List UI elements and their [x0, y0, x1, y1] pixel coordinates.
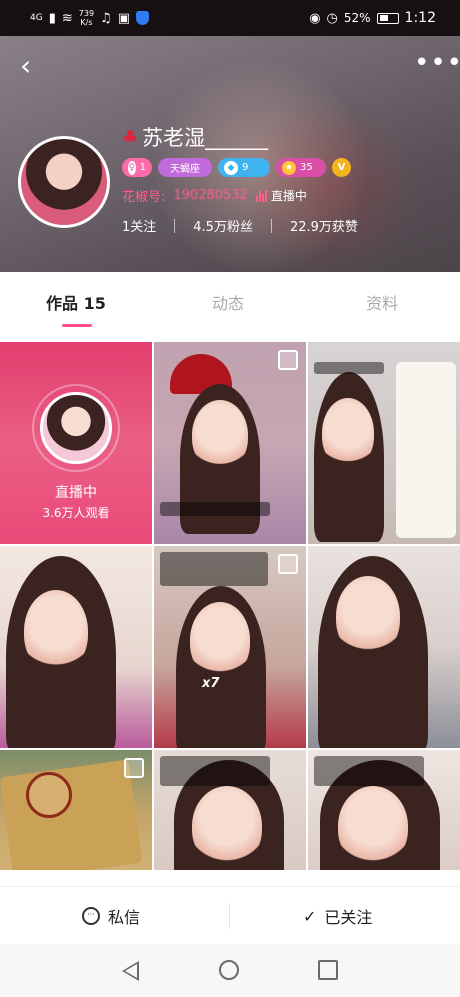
checkmark-icon: ✓ — [303, 906, 317, 926]
stats-divider — [270, 218, 272, 233]
video-thumbnail[interactable] — [308, 546, 460, 748]
network-label: 4G — [30, 12, 43, 23]
video-thumbnail[interactable]: x7 — [154, 546, 306, 748]
thumbnail-face — [322, 398, 374, 468]
thumbnail-object — [396, 362, 456, 538]
select-checkbox[interactable] — [124, 758, 144, 778]
combo-multiplier: x7 — [202, 676, 220, 691]
action-divider — [229, 903, 230, 929]
avatar[interactable] — [18, 136, 110, 228]
id-label: 花椒号: — [122, 190, 166, 205]
alarm-icon: ◷ — [326, 10, 338, 26]
signal-icon: ▮ — [48, 10, 56, 26]
profile-name-row: ♣ 苏老湿______ — [122, 122, 268, 152]
level-value: 9 — [242, 162, 249, 173]
speed-value: 739 — [78, 9, 95, 18]
works-grid: 直播中 3.6万人观看 x7 — [0, 342, 460, 870]
following-count[interactable]: 1关注 — [122, 216, 156, 235]
select-checkbox[interactable] — [278, 350, 298, 370]
network-speed: 739 K/s — [79, 9, 94, 27]
star-badge: ★ 35 — [276, 158, 326, 177]
fans-count[interactable]: 4.5万粉丝 — [193, 216, 253, 235]
verified-badge: V — [332, 158, 351, 177]
status-left: 4G ▮ ≋ 739 K/s ♫ ▣ — [30, 0, 149, 36]
live-card-viewers: 3.6万人观看 — [42, 506, 110, 520]
battery-icon — [376, 12, 399, 24]
shield-icon — [136, 11, 149, 25]
battery-percent: 52% — [343, 11, 371, 25]
system-nav-bar — [0, 944, 460, 997]
video-thumbnail[interactable] — [308, 750, 460, 870]
live-card[interactable]: 直播中 3.6万人观看 — [0, 342, 152, 544]
content-tabs: 作品 15 动态 资料 — [0, 272, 460, 332]
package-seal — [26, 772, 72, 818]
chat-bubble-icon: ··· — [82, 907, 100, 925]
profile-name: 苏老湿______ — [142, 126, 269, 150]
live-status[interactable]: 直播中 — [255, 187, 307, 204]
more-dots-icon: ••• — [414, 48, 460, 78]
message-button-label: 私信 — [108, 908, 141, 927]
comment-overlay — [160, 502, 270, 516]
id-row: 花椒号: 190280532 直播中 — [122, 186, 307, 205]
status-bar: 4G ▮ ≋ 739 K/s ♫ ▣ ◉ ◷ 52% 1:12 — [0, 0, 460, 36]
comment-overlay — [314, 756, 424, 786]
thumbnail-face — [190, 602, 250, 678]
notification-icon: ▣ — [117, 10, 130, 26]
follow-button[interactable]: ✓ 已关注 — [303, 887, 372, 945]
status-right: ◉ ◷ 52% 1:12 — [309, 0, 436, 36]
active-tab-indicator — [62, 324, 92, 327]
likes-count: 22.9万获赞 — [289, 220, 358, 235]
comment-overlay — [160, 552, 268, 586]
headset-icon: ♫ — [100, 10, 112, 26]
diamond-icon: ◆ — [224, 160, 238, 175]
back-button[interactable]: ‹ — [20, 52, 46, 80]
product-package — [0, 759, 143, 870]
thumbnail-face — [192, 400, 248, 470]
follow-button-label: 已关注 — [324, 908, 373, 927]
badge-row: ♀ 1 天蝎座 ◆ 9 ★ 35 V — [122, 158, 351, 177]
nav-home-icon[interactable] — [219, 960, 239, 980]
wifi-icon: ≋ — [61, 10, 73, 26]
comment-overlay — [160, 756, 270, 786]
comment-overlay — [314, 362, 384, 374]
more-button[interactable]: ••• — [414, 50, 460, 78]
thumbnail-face — [24, 590, 88, 672]
profile-header: ‹ ••• ♣ 苏老湿______ ♀ 1 天蝎座 ◆ 9 ★ 35 V 花椒号… — [0, 36, 460, 272]
speed-unit: K/s — [80, 18, 93, 27]
chevron-left-icon: ‹ — [20, 49, 32, 82]
message-button[interactable]: ··· 私信 — [82, 887, 140, 945]
live-status-label: 直播中 — [270, 189, 307, 203]
eye-icon: ◉ — [309, 10, 321, 26]
tab-moments[interactable]: 动态 — [212, 290, 244, 314]
nav-back-icon[interactable] — [122, 961, 139, 981]
gender-badge-count: 1 — [139, 162, 146, 173]
stats-row: 1关注 4.5万粉丝 22.9万获赞 — [122, 216, 358, 235]
nav-recents-icon[interactable] — [318, 960, 338, 980]
zodiac-badge: 天蝎座 — [158, 158, 212, 177]
video-thumbnail[interactable] — [0, 546, 152, 748]
action-bar: ··· 私信 ✓ 已关注 — [0, 886, 460, 944]
clock: 1:12 — [404, 10, 436, 26]
gender-icon: ♀ — [128, 160, 136, 175]
tab-works[interactable]: 作品 15 — [46, 290, 106, 314]
live-bars-icon — [255, 189, 267, 202]
video-thumbnail[interactable] — [154, 342, 306, 544]
id-value: 190280532 — [173, 188, 248, 203]
select-checkbox[interactable] — [278, 554, 298, 574]
gender-badge: ♀ 1 — [122, 158, 152, 177]
video-thumbnail[interactable] — [308, 342, 460, 544]
thumbnail-face — [192, 786, 262, 866]
thumbnail-face — [338, 786, 408, 866]
star-icon: ★ — [282, 160, 296, 175]
tab-profile-info[interactable]: 资料 — [366, 290, 398, 314]
level-badge: ◆ 9 — [218, 158, 270, 177]
thumbnail-face — [336, 576, 400, 656]
star-value: 35 — [300, 162, 313, 173]
live-avatar — [40, 392, 112, 464]
video-thumbnail[interactable] — [154, 750, 306, 870]
stats-divider — [174, 218, 176, 233]
video-thumbnail[interactable] — [0, 750, 152, 870]
live-card-status: 直播中 — [55, 485, 97, 501]
cherry-icon: ♣ — [122, 126, 139, 148]
